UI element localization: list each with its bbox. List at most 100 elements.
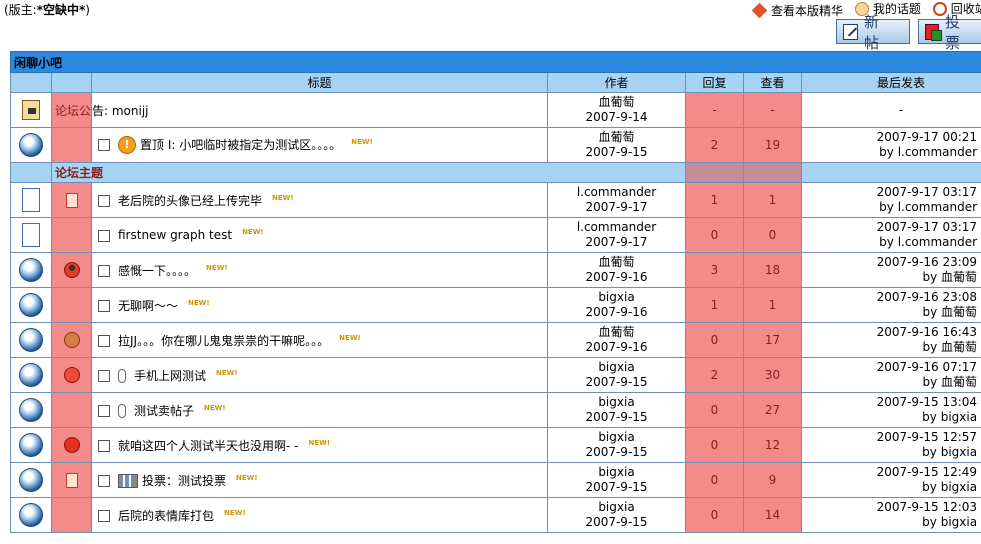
thread-title[interactable]: 老后院的头像已经上传完毕 [118,194,262,208]
sticky-label: 置顶 I: [140,137,176,152]
thread-checkbox[interactable] [98,370,110,382]
thread-checkbox[interactable] [98,229,110,242]
thread-last-by[interactable]: by l.commander [879,235,977,249]
thread-checkbox[interactable] [98,300,110,312]
thread-title[interactable]: 拉JJ。。。你在哪儿鬼鬼祟祟的干嘛呢。。。 [118,334,329,348]
thread-replies: 1 [685,182,744,218]
paperclip-icon [118,404,126,418]
thread-views: 1 [743,182,802,218]
header-last-post[interactable]: 最后发表 [800,72,981,93]
announcement-title[interactable]: 告: monijj [91,92,548,128]
thread-checkbox[interactable] [98,335,110,347]
sticky-author[interactable]: 血葡萄 [598,130,634,144]
thread-last-by[interactable]: by 血葡萄 [923,270,978,284]
thread-date: 2007-9-15 [585,375,648,389]
sticky-title[interactable]: 小吧临时被指定为测试区。。。。 [179,138,341,152]
thread-author[interactable]: bigxia [598,430,634,444]
thread-last-time: 2007-9-17 03:17 [876,220,978,234]
thread-title[interactable]: 无聊啊～～ [118,299,178,313]
thread-last-by[interactable]: by bigxia [922,515,977,529]
thread-author[interactable]: bigxia [598,395,634,409]
thread-replies: 0 [685,497,744,533]
thread-author[interactable]: bigxia [598,360,634,374]
poll-icon [118,474,138,488]
sticky-views: 19 [743,127,802,163]
thread-last-time: 2007-9-16 23:09 [876,255,978,269]
globe-icon [19,258,43,282]
essence-link[interactable]: 查看本版精华 [751,2,844,19]
thread-title[interactable]: 测试卖帖子 [134,404,194,418]
thread-title[interactable]: 投票：测试投票 [142,474,226,488]
thread-checkbox[interactable] [98,440,110,452]
thread-author[interactable]: bigxia [598,290,634,304]
globe-icon [19,363,43,387]
globe-icon [19,503,43,527]
thread-date: 2007-9-15 [585,515,648,529]
globe-icon [19,398,43,422]
thread-title[interactable]: 后院的表情库打包 [118,509,214,523]
new-badge: NEW! [216,368,238,377]
grin-face-icon [63,437,80,453]
thread-last-by[interactable]: by 血葡萄 [923,340,978,354]
header-title[interactable]: 标题 [91,72,548,93]
thread-checkbox[interactable] [98,405,110,417]
sticky-last-by[interactable]: by l.commander [879,145,977,159]
announcement-title-text[interactable]: 告: monijj [93,104,149,118]
globe-icon [19,133,43,157]
thread-last-time: 2007-9-15 12:03 [876,500,978,514]
essence-link-label: 查看本版精华 [771,3,844,18]
thread-checkbox[interactable] [98,195,110,207]
thread-last-by[interactable]: by 血葡萄 [923,375,978,389]
thread-title[interactable]: firstnew graph test [118,228,232,242]
header-status [10,72,52,93]
section-row: 论坛主题 [10,162,981,183]
smile-face-icon [63,367,80,383]
thread-replies: 3 [685,252,744,288]
new-vote-button[interactable]: 投票 [918,13,981,52]
thread-last-time: 2007-9-16 16:43 [876,325,978,339]
thread-row: 拉JJ。。。你在哪儿鬼鬼祟祟的干嘛呢。。。 NEW! 血葡萄 2007-9-16 0 17… [10,322,981,358]
new-badge: NEW! [206,263,228,272]
announcement-date: 2007-9-14 [585,110,648,124]
thread-last-by[interactable]: by bigxia [922,445,977,459]
header-author[interactable]: 作者 [547,72,686,93]
section-views-cell [743,162,802,183]
forum-name: 闲聊小吧 [9,51,981,73]
thread-title[interactable]: 手机上网测试 [134,369,206,383]
thread-checkbox[interactable] [98,139,110,152]
thread-replies: 0 [685,322,744,358]
thread-row: 投票：测试投票 NEW! bigxia 2007-9-15 0 9 2007-9-15 12… [10,462,981,498]
thread-checkbox[interactable] [98,475,110,487]
announcement-author[interactable]: 血葡萄 [598,95,634,109]
announcement-last-post: - [800,92,981,128]
new-post-button[interactable]: 新帖 [836,13,910,52]
diamond-icon [751,2,768,18]
thread-author[interactable]: 血葡萄 [598,255,634,269]
thread-replies: 0 [685,427,744,463]
thread-author[interactable]: bigxia [598,465,634,479]
thread-views: 9 [743,462,802,498]
thread-author[interactable]: l.commander [577,220,656,234]
thread-row: 手机上网测试 NEW! bigxia 2007-9-15 2 30 2007-9-16 07… [10,357,981,393]
section-label: 论坛主题 [51,162,686,183]
thread-last-by[interactable]: by bigxia [922,410,977,424]
header-views[interactable]: 查看 [743,72,802,93]
thread-checkbox[interactable] [98,510,110,522]
moderator-info: (版主:*空缺中*) [4,1,90,18]
thread-author[interactable]: l.commander [577,185,656,199]
thread-last-by[interactable]: by 血葡萄 [923,305,978,319]
thread-author[interactable]: 血葡萄 [598,325,634,339]
header-replies[interactable]: 回复 [685,72,744,93]
thread-checkbox[interactable] [98,265,110,277]
thread-views: 12 [743,427,802,463]
moderator-close: ) [85,3,90,17]
thread-title[interactable]: 感慨一下。。。。 [118,264,196,278]
thread-date: 2007-9-17 [585,200,648,214]
thread-last-by[interactable]: by l.commander [879,200,977,214]
thread-last-time: 2007-9-15 12:57 [876,430,978,444]
moderator-label: (版主: [4,3,37,17]
thread-title[interactable]: 就咱这四个人测试半天也没用啊- - [118,439,298,453]
thread-author[interactable]: bigxia [598,500,634,514]
thread-last-by[interactable]: by bigxia [922,480,977,494]
new-badge: NEW! [236,473,258,482]
